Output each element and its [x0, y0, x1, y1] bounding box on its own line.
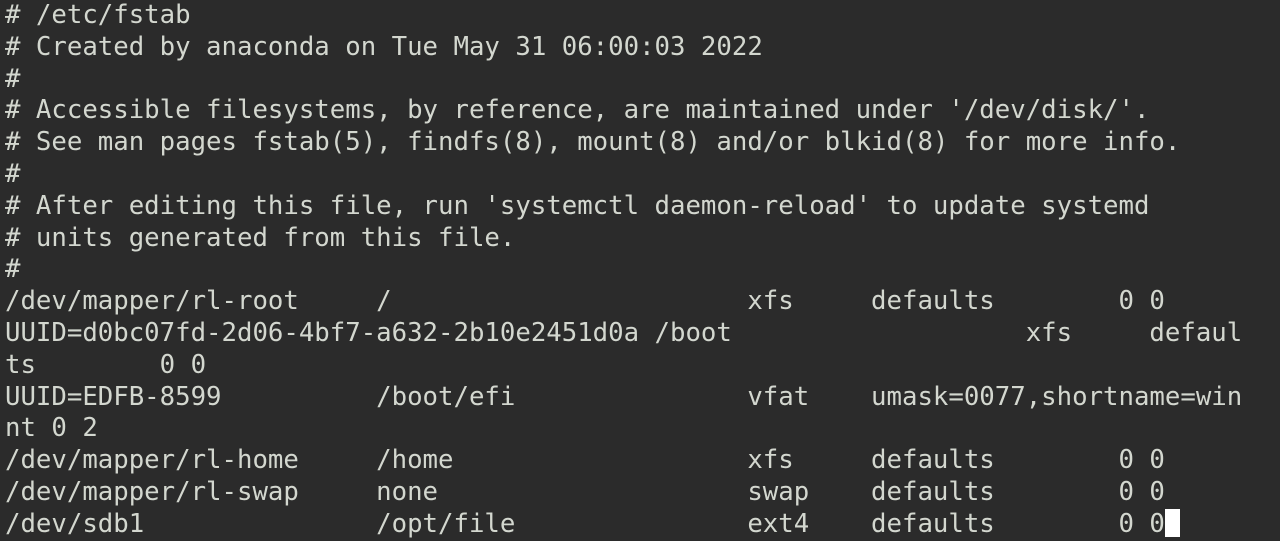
fstab-line-2: # Created by anaconda on Tue May 31 06:0…	[5, 31, 763, 62]
text-cursor	[1164, 508, 1181, 537]
fstab-line-16: /dev/mapper/rl-swap none swap defaults 0…	[5, 476, 1165, 507]
fstab-line-6: #	[5, 158, 21, 189]
fstab-line-9: #	[5, 254, 21, 285]
fstab-line-11: UUID=d0bc07fd-2d06-4bf7-a632-2b10e2451d0…	[5, 317, 1243, 348]
fstab-line-10: /dev/mapper/rl-root / xfs defaults 0 0	[5, 286, 1165, 317]
fstab-line-1: # /etc/fstab	[5, 0, 191, 30]
fstab-line-17: /dev/sdb1 /opt/file ext4 defaults 0 0	[5, 508, 1280, 541]
fstab-line-8: # units generated from this file.	[5, 222, 516, 253]
fstab-line-12: ts 0 0	[5, 349, 207, 380]
fstab-line-5: # See man pages fstab(5), findfs(8), mou…	[5, 127, 1181, 158]
fstab-line-14: nt 0 2	[5, 413, 98, 444]
fstab-line-15: /dev/mapper/rl-home /home xfs defaults 0…	[5, 445, 1165, 476]
fstab-line-13: UUID=EDFB-8599 /boot/efi vfat umask=0077…	[5, 381, 1243, 412]
fstab-line-7: # After editing this file, run 'systemct…	[5, 190, 1150, 221]
fstab-line-3: #	[5, 63, 21, 94]
fstab-line-4: # Accessible filesystems, by reference, …	[5, 95, 1150, 126]
fstab-line-17-text: /dev/sdb1 /opt/file ext4 defaults 0 0	[5, 508, 1165, 539]
terminal-window[interactable]: # /etc/fstab # Created by anaconda on Tu…	[0, 0, 1280, 541]
